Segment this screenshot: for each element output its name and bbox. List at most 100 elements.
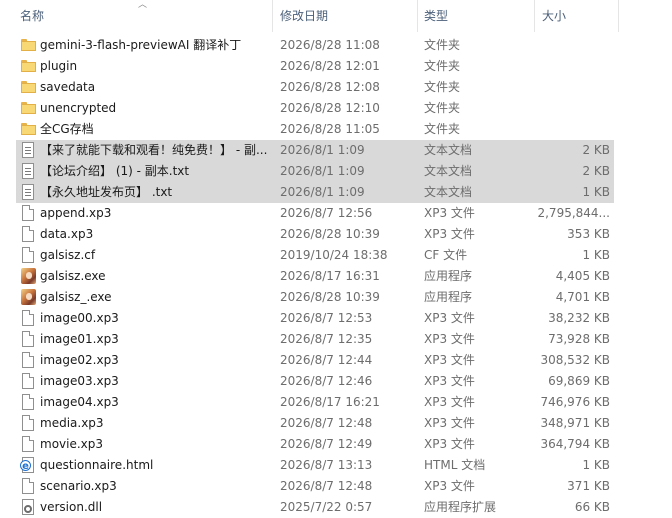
file-modified-date: 2026/8/1 1:09 (280, 143, 365, 157)
file-type: XP3 文件 (424, 479, 475, 493)
file-modified-date: 2026/8/17 16:31 (280, 269, 380, 283)
file-row[interactable]: image00.xp3 2026/8/7 12:53 XP3 文件 38,232 KB (0, 308, 672, 329)
file-type: 应用程序 (424, 290, 473, 304)
column-header-size[interactable]: 大小 (542, 0, 566, 32)
file-type: 文本文档 (424, 185, 473, 199)
file-row[interactable]: 【永久地址发布页】 .txt 2026/8/1 1:09 文本文档 1 KB (0, 182, 672, 203)
folder-icon (20, 119, 36, 140)
file-size (535, 98, 610, 119)
file-size: 1 KB (582, 185, 610, 199)
file-type: HTML 文档 (424, 458, 486, 472)
file-row[interactable]: unencrypted 2026/8/28 12:10 文件夹 (0, 98, 672, 119)
file-row[interactable]: 【来了就能下载和观看！纯免费！】 - 副... 2026/8/1 1:09 文本文档… (0, 140, 672, 161)
file-name: scenario.xp3 (40, 479, 117, 493)
file-icon (20, 329, 36, 350)
file-row[interactable]: append.xp3 2026/8/7 12:56 XP3 文件 2,795,844.… (0, 203, 672, 224)
file-size: 364,794 KB (540, 437, 610, 451)
file-modified-date: 2026/8/28 12:10 (280, 101, 380, 115)
file-name: image04.xp3 (40, 395, 119, 409)
file-icon (20, 476, 36, 497)
file-type: 文件夹 (424, 38, 461, 52)
file-icon (20, 392, 36, 413)
file-name: galsisz.cf (40, 248, 96, 262)
column-divider[interactable] (272, 0, 273, 32)
file-size: 348,971 KB (540, 416, 610, 430)
file-row[interactable]: e questionnaire.html 2026/8/7 13:13 HTML 文档… (0, 455, 672, 476)
file-size: 2 KB (582, 143, 610, 157)
file-name: 【来了就能下载和观看！纯免费！】 - 副... (40, 143, 268, 157)
folder-icon (20, 35, 36, 56)
file-type: XP3 文件 (424, 416, 475, 430)
file-row[interactable]: image03.xp3 2026/8/7 12:46 XP3 文件 69,869 KB (0, 371, 672, 392)
folder-icon (20, 98, 36, 119)
file-icon (20, 308, 36, 329)
file-row[interactable]: gemini-3-flash-previewAI 翻译补丁 2026/8/28 1… (0, 35, 672, 56)
column-divider[interactable] (417, 0, 418, 32)
file-name: unencrypted (40, 101, 117, 115)
application-icon (20, 266, 36, 287)
file-modified-date: 2026/8/17 16:21 (280, 395, 380, 409)
file-modified-date: 2026/8/7 13:13 (280, 458, 373, 472)
file-row[interactable]: media.xp3 2026/8/7 12:48 XP3 文件 348,971 KB (0, 413, 672, 434)
file-modified-date: 2026/8/28 11:05 (280, 122, 380, 136)
file-row[interactable]: data.xp3 2026/8/28 10:39 XP3 文件 353 KB (0, 224, 672, 245)
file-size: 1 KB (582, 458, 610, 472)
file-row[interactable]: galsisz.exe 2026/8/17 16:31 应用程序 4,405 KB (0, 266, 672, 287)
file-icon (20, 371, 36, 392)
file-size (535, 35, 610, 56)
file-name: galsisz_.exe (40, 290, 112, 304)
file-type: XP3 文件 (424, 227, 475, 241)
file-name: movie.xp3 (40, 437, 104, 451)
file-type: XP3 文件 (424, 437, 475, 451)
column-divider[interactable] (534, 0, 535, 32)
file-row[interactable]: movie.xp3 2026/8/7 12:49 XP3 文件 364,794 KB (0, 434, 672, 455)
file-row[interactable]: scenario.xp3 2026/8/7 12:48 XP3 文件 371 KB (0, 476, 672, 497)
file-modified-date: 2019/10/24 18:38 (280, 248, 388, 262)
file-row[interactable]: 【论坛介绍】 (1) - 副本.txt 2026/8/1 1:09 文本文档 2 KB (0, 161, 672, 182)
column-header-type[interactable]: 类型 (424, 0, 448, 32)
file-name: append.xp3 (40, 206, 112, 220)
file-name: savedata (40, 80, 96, 94)
file-modified-date: 2026/8/7 12:53 (280, 311, 373, 325)
file-type: 文件夹 (424, 101, 461, 115)
folder-icon (20, 77, 36, 98)
file-row[interactable]: galsisz.cf 2019/10/24 18:38 CF 文件 1 KB (0, 245, 672, 266)
column-divider[interactable] (618, 0, 619, 32)
file-modified-date: 2026/8/7 12:56 (280, 206, 373, 220)
file-name: image00.xp3 (40, 311, 119, 325)
column-header-name[interactable]: 名称 (20, 0, 44, 32)
file-type: CF 文件 (424, 248, 468, 262)
file-modified-date: 2026/8/7 12:48 (280, 416, 373, 430)
file-row[interactable]: 全CG存档 2026/8/28 11:05 文件夹 (0, 119, 672, 140)
file-modified-date: 2026/8/28 10:39 (280, 290, 380, 304)
text-document-icon (20, 182, 36, 203)
file-type: 文件夹 (424, 80, 461, 94)
file-type: XP3 文件 (424, 395, 475, 409)
file-size: 371 KB (567, 479, 610, 493)
column-header-date[interactable]: 修改日期 (280, 0, 328, 32)
file-modified-date: 2026/8/7 12:35 (280, 332, 373, 346)
file-icon (20, 413, 36, 434)
file-size: 69,869 KB (548, 374, 610, 388)
file-size: 38,232 KB (548, 311, 610, 325)
file-row[interactable]: image01.xp3 2026/8/7 12:35 XP3 文件 73,928 KB (0, 329, 672, 350)
file-name: data.xp3 (40, 227, 94, 241)
file-row[interactable]: image04.xp3 2026/8/17 16:21 XP3 文件 746,976 … (0, 392, 672, 413)
file-name: 【论坛介绍】 (1) - 副本.txt (40, 164, 190, 178)
file-icon (20, 224, 36, 245)
file-size (535, 56, 610, 77)
file-row[interactable]: savedata 2026/8/28 12:08 文件夹 (0, 77, 672, 98)
file-row[interactable]: plugin 2026/8/28 12:01 文件夹 (0, 56, 672, 77)
file-size: 2,795,844... (537, 206, 610, 220)
file-name: image01.xp3 (40, 332, 119, 346)
file-type: XP3 文件 (424, 332, 475, 346)
file-type: 文件夹 (424, 59, 461, 73)
file-modified-date: 2026/8/7 12:44 (280, 353, 373, 367)
file-row[interactable]: image02.xp3 2026/8/7 12:44 XP3 文件 308,532 K… (0, 350, 672, 371)
text-document-icon (20, 161, 36, 182)
file-modified-date: 2026/8/28 12:08 (280, 80, 380, 94)
file-icon (20, 350, 36, 371)
file-row[interactable]: galsisz_.exe 2026/8/28 10:39 应用程序 4,701 KB (0, 287, 672, 308)
file-name: plugin (40, 59, 78, 73)
file-name: media.xp3 (40, 416, 104, 430)
